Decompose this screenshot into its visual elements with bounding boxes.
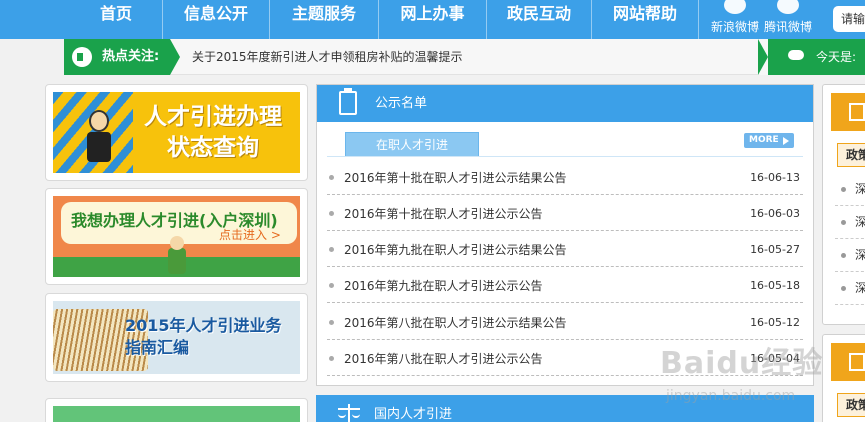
- list-item[interactable]: 深: [835, 272, 865, 305]
- tencent-weibo-link[interactable]: 腾讯微博: [763, 0, 813, 39]
- person-body: [87, 132, 111, 162]
- banner-card-next: [45, 398, 308, 422]
- baidu-watermark: Baidu经验 jingyan.baidu.com: [660, 338, 840, 418]
- list-item[interactable]: 深: [835, 206, 865, 239]
- news-title[interactable]: 2016年第十批在职人才引进公示结果公告: [344, 159, 567, 197]
- more-button[interactable]: MORE: [744, 133, 794, 148]
- list-item[interactable]: 深: [835, 239, 865, 272]
- scale-pan: [352, 414, 360, 418]
- scale-beam: [338, 408, 360, 410]
- hot-topics-label: 热点关注:: [102, 49, 160, 64]
- tab-underline: [327, 156, 803, 157]
- list-item[interactable]: 深: [835, 173, 865, 206]
- bullet-icon: [841, 187, 846, 192]
- list-item-text[interactable]: 深: [855, 206, 865, 239]
- guide-banner[interactable]: 2015年人才引进业务 指南汇编: [53, 301, 300, 374]
- clipboard-icon: [339, 88, 357, 115]
- hot-topic-link[interactable]: 关于2015年度新引进人才申领租房补贴的温馨提示: [192, 39, 463, 75]
- news-date: 16-05-27: [750, 243, 800, 256]
- today-label: 今天是:: [816, 50, 857, 64]
- policy-panel: 政策 深 深 深 深: [822, 84, 865, 325]
- kid-illustration: [168, 236, 186, 274]
- news-title[interactable]: 2016年第八批在职人才引进公示公告: [344, 340, 543, 378]
- news-row[interactable]: 2016年第十批在职人才引进公示公告 16-06-03: [327, 195, 803, 231]
- domestic-talent-title: 国内人才引进: [374, 407, 453, 422]
- guide-line2: 指南汇编: [125, 338, 190, 357]
- status-query-banner[interactable]: 人才引进办理 状态查询: [53, 92, 300, 173]
- news-row[interactable]: 2016年第九批在职人才引进公示公告 16-05-18: [327, 267, 803, 303]
- bullet-icon: [329, 320, 334, 325]
- news-date: 16-05-12: [750, 316, 800, 329]
- list-item-text[interactable]: 深: [855, 239, 865, 272]
- news-date: 16-06-13: [750, 171, 800, 184]
- nav-divider: [698, 0, 699, 39]
- top-nav: 首页 信息公开 主题服务 网上办事 政民互动 网站帮助 新浪微博 腾讯微博 请输: [0, 0, 865, 39]
- banner-card-guide: 2015年人才引进业务 指南汇编: [45, 293, 308, 382]
- news-row[interactable]: 2016年第八批在职人才引进公示结果公告 16-05-12: [327, 304, 803, 340]
- announcement-title: 公示名单: [375, 96, 428, 111]
- nav-info-disclosure[interactable]: 信息公开: [163, 0, 269, 39]
- sina-weibo-link[interactable]: 新浪微博: [710, 0, 760, 39]
- weather-icon: [788, 50, 804, 60]
- news-row[interactable]: 2016年第九批在职人才引进公示结果公告 16-05-27: [327, 231, 803, 267]
- banner-card-apply: 我想办理人才引进(入户深圳) 点击进入 >: [45, 188, 308, 285]
- apply-banner[interactable]: 我想办理人才引进(入户深圳) 点击进入 >: [53, 196, 300, 277]
- weather-box: 今天是:: [758, 39, 865, 75]
- businessman-illustration: [83, 110, 115, 168]
- hot-topics-bar: 热点关注: 关于2015年度新引进人才申领租房补贴的温馨提示 今天是:: [64, 39, 865, 75]
- tencent-weibo-icon: [777, 0, 799, 14]
- bullet-icon: [329, 211, 334, 216]
- tab-policy-2[interactable]: 政策: [837, 393, 865, 417]
- news-date: 16-06-03: [750, 207, 800, 220]
- speaker-icon: [72, 47, 92, 67]
- news-title[interactable]: 2016年第九批在职人才引进公示公告: [344, 267, 543, 305]
- list-item-text[interactable]: 深: [855, 272, 865, 305]
- news-title[interactable]: 2016年第九批在职人才引进公示结果公告: [344, 231, 567, 269]
- news-title[interactable]: 2016年第八批在职人才引进公示结果公告: [344, 304, 567, 342]
- hot-arrow-shape: [170, 39, 180, 75]
- announcement-header: 公示名单: [317, 85, 813, 122]
- nav-help[interactable]: 网站帮助: [592, 0, 698, 39]
- banner-card-status: 人才引进办理 状态查询: [45, 84, 308, 181]
- document-icon: [849, 353, 865, 371]
- apply-enter-link[interactable]: 点击进入 >: [219, 226, 281, 243]
- news-date: 16-05-18: [750, 279, 800, 292]
- policy-header: [831, 93, 865, 131]
- scale-bar: [348, 404, 350, 422]
- weather-notch: [758, 39, 768, 75]
- search-input[interactable]: 请输: [833, 6, 865, 32]
- tab-policy[interactable]: 政策: [837, 143, 865, 167]
- bullet-icon: [841, 286, 846, 291]
- watermark-url: jingyan.baidu.com: [666, 388, 796, 404]
- bullet-icon: [329, 247, 334, 252]
- bullet-icon: [841, 220, 846, 225]
- nav-topic-services[interactable]: 主题服务: [270, 0, 378, 39]
- tab-in-service-talent[interactable]: 在职人才引进: [345, 132, 479, 157]
- nav-interaction[interactable]: 政民互动: [487, 0, 591, 39]
- sina-weibo-icon: [724, 0, 746, 14]
- bullet-icon: [841, 253, 846, 258]
- status-query-line1: 人才引进办理: [144, 104, 282, 130]
- next-banner[interactable]: [53, 406, 300, 422]
- guide-line1: 2015年人才引进业务: [125, 316, 282, 335]
- bullet-icon: [329, 283, 334, 288]
- guide-title: 2015年人才引进业务 指南汇编: [125, 315, 282, 359]
- nav-online-services[interactable]: 网上办事: [379, 0, 486, 39]
- bullet-icon: [329, 175, 334, 180]
- nav-home[interactable]: 首页: [70, 0, 162, 39]
- person-head: [89, 110, 109, 132]
- status-query-title: 人才引进办理 状态查询: [133, 102, 293, 164]
- sina-weibo-label: 新浪微博: [710, 20, 759, 34]
- news-title[interactable]: 2016年第十批在职人才引进公示公告: [344, 195, 543, 233]
- hot-topics-label-box: 热点关注:: [64, 39, 170, 75]
- scale-pan: [338, 414, 346, 418]
- document-icon: [849, 103, 865, 121]
- news-row[interactable]: 2016年第十批在职人才引进公示结果公告 16-06-13: [327, 159, 803, 195]
- watermark-main: Baidu经验: [660, 346, 824, 381]
- status-query-line2: 状态查询: [167, 135, 259, 161]
- bullet-icon: [329, 356, 334, 361]
- tencent-weibo-label: 腾讯微博: [763, 20, 812, 34]
- scale-icon: [338, 402, 360, 422]
- list-item-text[interactable]: 深: [855, 173, 865, 206]
